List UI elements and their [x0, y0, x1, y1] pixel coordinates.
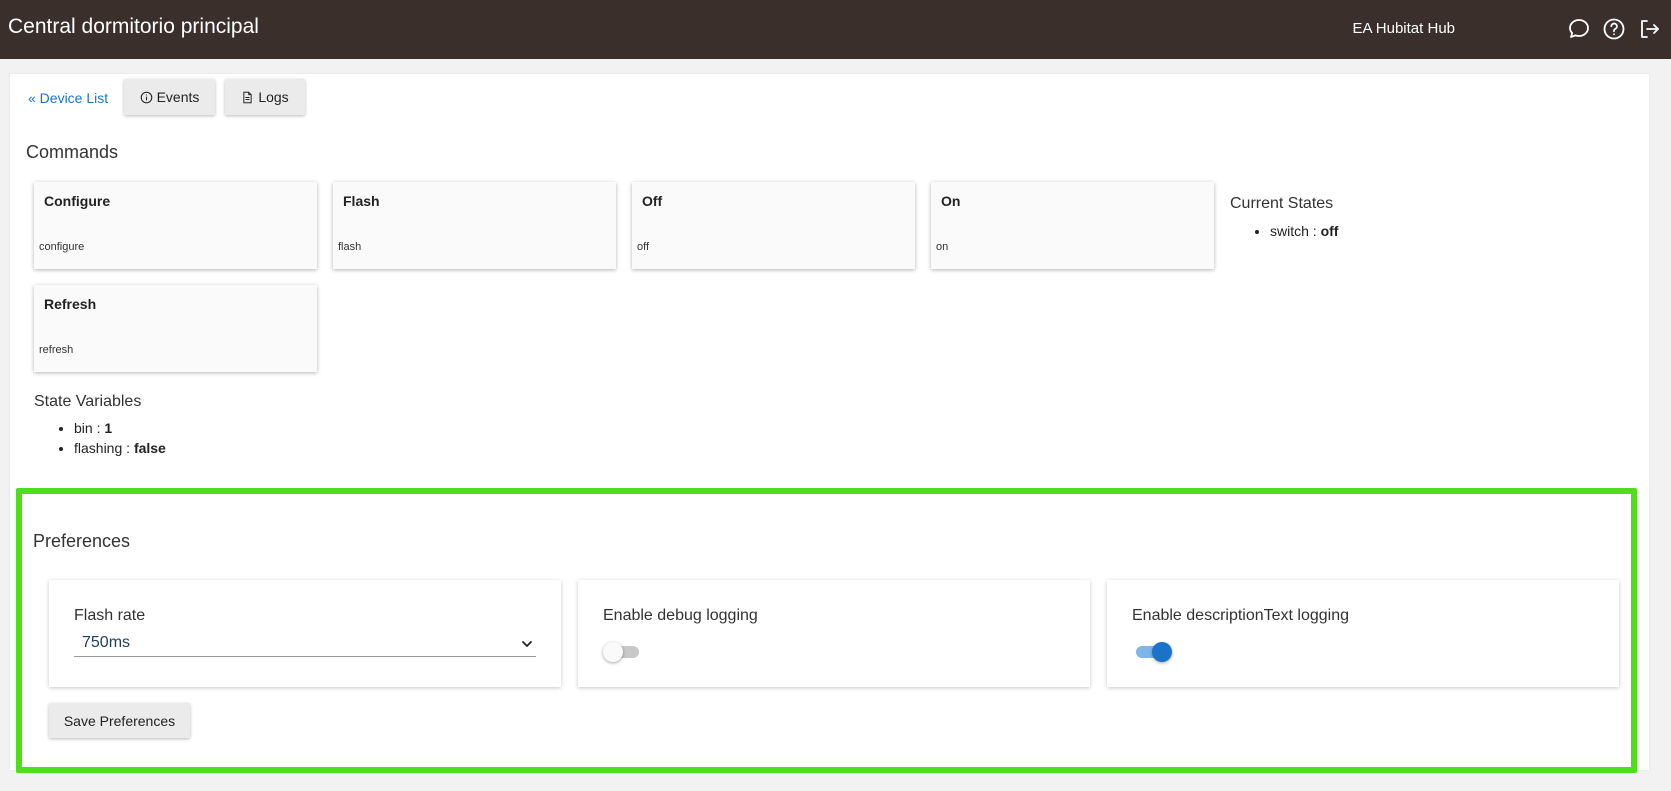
save-preferences-button[interactable]: Save Preferences: [49, 703, 190, 738]
hub-name: EA Hubitat Hub: [1352, 20, 1455, 37]
variable-value: false: [133, 440, 166, 456]
state-variables-title: State Variables: [34, 393, 142, 410]
command-off[interactable]: Off off: [632, 182, 915, 269]
command-id: configure: [39, 241, 85, 253]
info-icon: [140, 91, 152, 103]
page-title: Central dormitorio principal: [8, 15, 259, 38]
current-states-title: Current States: [1230, 195, 1334, 212]
list-item: flashing : false: [74, 438, 166, 458]
command-name: Off: [642, 193, 663, 209]
list-item: switch : off: [1270, 221, 1338, 241]
list-item: bin : 1: [74, 418, 166, 438]
command-on[interactable]: On on: [931, 182, 1214, 269]
description-text-logging-toggle[interactable]: [1132, 640, 1172, 664]
state-value: off: [1320, 223, 1339, 239]
command-flash[interactable]: Flash flash: [333, 182, 616, 269]
command-name: Flash: [343, 193, 380, 209]
description-text-logging-card: Enable descriptionText logging: [1107, 580, 1619, 687]
flash-rate-label: Flash rate: [74, 607, 146, 624]
command-configure[interactable]: Configure configure: [34, 182, 317, 269]
state-variables-list: bin : 1 flashing : false: [57, 418, 166, 458]
command-name: On: [941, 193, 961, 209]
command-refresh[interactable]: Refresh refresh: [34, 285, 317, 372]
device-list-link[interactable]: « Device List: [28, 90, 108, 106]
logs-button[interactable]: Logs: [225, 79, 305, 115]
commands-title: Commands: [26, 142, 119, 162]
chevron-down-icon: [522, 641, 532, 647]
debug-logging-card: Enable debug logging: [578, 580, 1090, 687]
chat-icon[interactable]: [1567, 17, 1591, 41]
toggle-knob: [603, 642, 623, 662]
top-header-bar: Central dormitorio principal EA Hubitat …: [0, 0, 1671, 59]
current-states-list: switch : off: [1253, 221, 1338, 241]
events-label: Events: [156, 89, 200, 105]
events-button[interactable]: Events: [124, 79, 215, 115]
logs-label: Logs: [258, 89, 289, 105]
debug-logging-toggle[interactable]: [603, 640, 643, 664]
command-id: flash: [338, 241, 362, 253]
command-id: off: [637, 241, 650, 253]
state-key: switch :: [1270, 223, 1321, 239]
command-id: refresh: [39, 344, 74, 356]
flash-rate-value: 750ms: [82, 634, 131, 651]
debug-logging-label: Enable debug logging: [603, 607, 758, 624]
flash-rate-card: Flash rate 750ms: [49, 580, 561, 687]
variable-key: bin :: [74, 420, 105, 436]
command-name: Configure: [44, 193, 111, 209]
help-icon[interactable]: [1602, 17, 1626, 41]
command-name: Refresh: [44, 296, 97, 312]
flash-rate-select[interactable]: 750ms: [74, 632, 536, 657]
preferences-title: Preferences: [33, 531, 131, 551]
variable-value: 1: [104, 420, 113, 436]
logout-icon[interactable]: [1637, 17, 1661, 41]
description-text-logging-label: Enable descriptionText logging: [1132, 607, 1350, 624]
variable-key: flashing :: [74, 440, 134, 456]
command-id: on: [936, 241, 949, 253]
toggle-knob: [1152, 642, 1172, 662]
document-icon: [243, 91, 252, 103]
